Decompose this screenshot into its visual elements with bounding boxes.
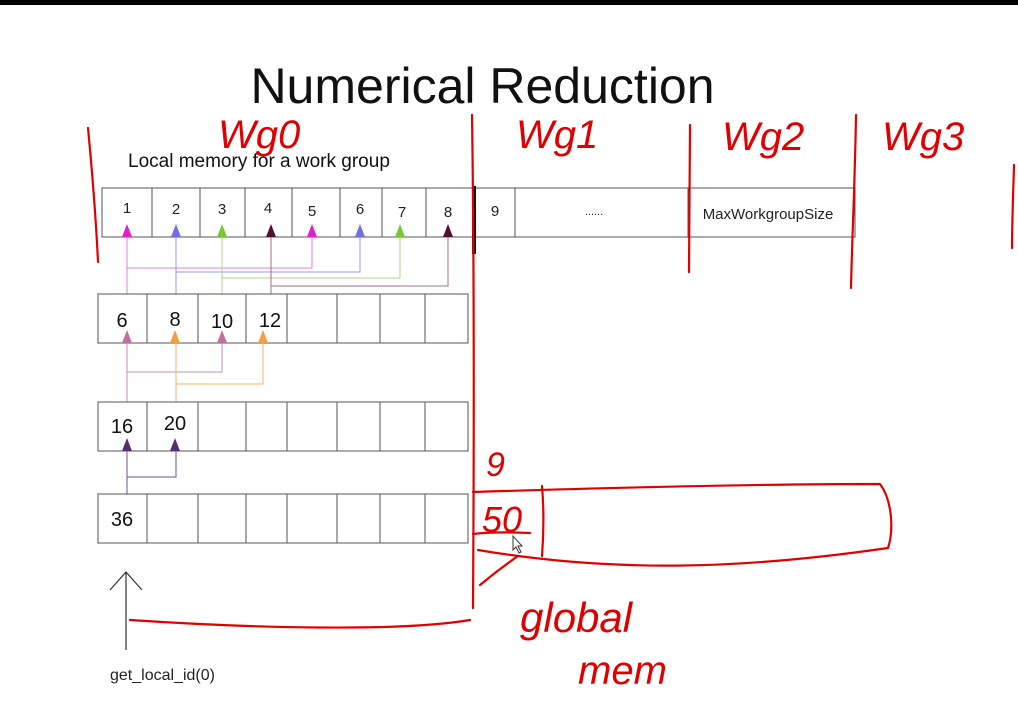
row2-cell-value: 12 xyxy=(259,310,281,332)
top-row-dividers xyxy=(151,188,689,237)
ink-global-memory-box xyxy=(471,482,893,567)
row3-dividers xyxy=(146,402,426,451)
top-cell-label: MaxWorkgroupSize xyxy=(703,206,834,223)
top-cell-arrowhead xyxy=(171,224,181,237)
row3-arrowhead xyxy=(170,438,180,451)
top-cell-arrowhead xyxy=(217,224,227,237)
top-cell-label: 9 xyxy=(491,203,499,220)
ink-wg3-right-boundary xyxy=(1010,163,1016,250)
top-cell-label: 7 xyxy=(398,204,406,221)
top-cell-arrowhead xyxy=(395,224,405,237)
ink-small-stroke xyxy=(478,554,520,587)
ink-wg0-label: Wg0 xyxy=(218,113,300,157)
top-cell-arrowhead xyxy=(355,224,365,237)
ink-global-memory-divider xyxy=(540,484,545,558)
row2-dividers xyxy=(146,294,426,343)
row3-arrowhead xyxy=(122,438,132,451)
ink-partial-top: 9 xyxy=(486,446,505,484)
top-cell-label: 6 xyxy=(356,201,364,218)
row2-cell-value: 6 xyxy=(116,310,127,332)
ink-partial-sum: 50 xyxy=(482,499,522,540)
ink-wg3-label: Wg3 xyxy=(882,115,964,159)
top-row: 1 2 3 4 5 6 7 8 9...... MaxWorkgroupSize xyxy=(101,187,856,238)
connectors-level3 xyxy=(126,451,177,494)
top-cell-label: 4 xyxy=(264,200,272,217)
diagram-canvas: 1 2 3 4 5 6 7 8 9...... MaxWorkgroupSize 6 8 10 12 1… xyxy=(86,113,1016,693)
row2-frame xyxy=(97,293,469,344)
row-level4: 36 xyxy=(97,493,469,544)
row2-cell-value: 10 xyxy=(211,311,233,333)
row2-cell-value: 8 xyxy=(169,309,180,331)
top-cell-arrowhead xyxy=(122,224,132,237)
top-cell-label: 1 xyxy=(123,200,131,217)
row3-cell-value: 20 xyxy=(164,413,186,435)
ink-wg1-label: Wg1 xyxy=(516,113,598,157)
handwritten-annotations xyxy=(86,113,1016,629)
connector-6-10 xyxy=(126,343,223,373)
row-level2: 6 8 10 12 xyxy=(97,293,469,344)
connector-16-20 xyxy=(126,451,177,478)
row3-frame xyxy=(97,401,469,452)
row2-arrowhead xyxy=(170,330,180,343)
connector-8-12 xyxy=(175,343,264,385)
row3-arrows xyxy=(122,438,180,451)
row4-cell-value: 36 xyxy=(111,509,133,531)
top-cell-label: 3 xyxy=(218,201,226,218)
top-cell-label: 8 xyxy=(444,204,452,221)
row3-values: 16 20 xyxy=(111,413,186,438)
top-row-labels: 1 2 3 4 5 6 7 8 9...... MaxWorkgroupSize xyxy=(123,200,833,223)
top-cell-label: ...... xyxy=(585,206,603,218)
row4-values: 36 xyxy=(111,509,133,531)
connectors-level2 xyxy=(126,343,264,402)
ink-global-label: global xyxy=(520,594,634,641)
handwritten-labels: Wg0 Wg1 Wg2 Wg3 9 50 global mem xyxy=(218,113,964,693)
top-cell-arrowhead xyxy=(266,224,276,237)
connectors-level1 xyxy=(126,237,449,294)
ink-mem-label: mem xyxy=(578,649,667,693)
local-id-arrow xyxy=(109,571,143,650)
row4-frame xyxy=(97,493,469,544)
ink-wg1-right-boundary xyxy=(687,123,692,274)
row4-dividers xyxy=(146,494,426,543)
top-cell-label: 2 xyxy=(172,201,180,218)
top-row-arrows xyxy=(122,224,453,237)
top-cell-arrowhead xyxy=(443,224,453,237)
row2-values: 6 8 10 12 xyxy=(116,309,281,333)
row-level3: 16 20 xyxy=(97,401,469,452)
connector-2-6 xyxy=(175,237,361,273)
ink-wg0-left-boundary xyxy=(86,126,100,264)
connector-1-5 xyxy=(126,237,313,269)
top-cell-label: 5 xyxy=(308,203,316,220)
ink-wg2-label: Wg2 xyxy=(722,115,804,159)
row3-cell-value: 16 xyxy=(111,416,133,438)
top-cell-arrowhead xyxy=(307,224,317,237)
ink-result-path xyxy=(128,618,472,629)
